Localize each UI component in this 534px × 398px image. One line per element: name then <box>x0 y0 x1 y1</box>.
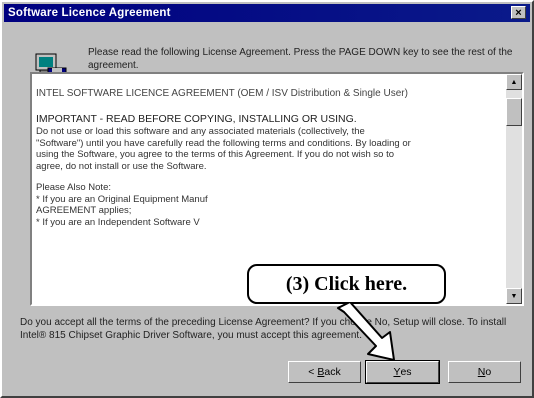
yes-button[interactable]: Yes <box>365 360 440 384</box>
note-line: AGREEMENT applies; <box>36 205 132 216</box>
important-notice: IMPORTANT - READ BEFORE COPYING, INSTALL… <box>36 112 357 125</box>
note-paragraph: Please Also Note: * If you are an Origin… <box>36 182 502 228</box>
scroll-thumb[interactable] <box>506 98 522 126</box>
scroll-down-button[interactable]: ▼ <box>506 288 522 304</box>
intro-text: Please read the following License Agreem… <box>88 47 513 71</box>
license-line: using the Software, you agree to the ter… <box>36 149 395 160</box>
pointer-arrow-icon <box>337 302 395 361</box>
scroll-down-arrow-icon: ▼ <box>510 292 518 300</box>
instruction-callout: (3) Click here. <box>247 264 446 304</box>
scroll-up-button[interactable]: ▲ <box>506 74 522 90</box>
license-paragraph: Do not use or load this software and any… <box>36 126 502 172</box>
close-icon: × <box>515 6 522 19</box>
note-line: * If you are an Original Equipment Manuf <box>36 193 208 205</box>
back-prefix: < <box>308 366 318 378</box>
license-content: INTEL SOFTWARE LICENCE AGREEMENT (OEM / … <box>36 88 502 238</box>
note-line: * If you are an Independent Software V <box>36 216 200 228</box>
license-heading: INTEL SOFTWARE LICENCE AGREEMENT (OEM / … <box>36 88 408 99</box>
scroll-up-arrow-icon: ▲ <box>510 78 518 86</box>
back-mnemonic: B <box>317 366 325 378</box>
accept-question: Do you accept all the terms of the prece… <box>20 317 507 341</box>
vertical-scrollbar[interactable]: ▲ ▼ <box>506 74 522 304</box>
title-bar[interactable]: Software Licence Agreement × <box>4 4 530 22</box>
license-line: "Software") until you have carefully rea… <box>36 137 411 149</box>
license-dialog: Software Licence Agreement × Please read… <box>0 0 534 398</box>
no-label-rest: o <box>485 366 492 378</box>
license-line: agree, do not install or use the Softwar… <box>36 160 207 172</box>
license-line: Do not use or load this software and any… <box>36 126 365 137</box>
note-line: Please Also Note: <box>36 182 111 193</box>
back-button[interactable]: < Back <box>288 361 361 383</box>
no-button[interactable]: No <box>448 361 521 383</box>
window-title: Software Licence Agreement <box>8 7 171 19</box>
no-mnemonic: N <box>477 366 486 378</box>
yes-label-rest: es <box>400 366 412 378</box>
yes-mnemonic: Y <box>393 366 401 378</box>
back-label-rest: ack <box>324 366 341 378</box>
close-button[interactable]: × <box>511 6 526 19</box>
